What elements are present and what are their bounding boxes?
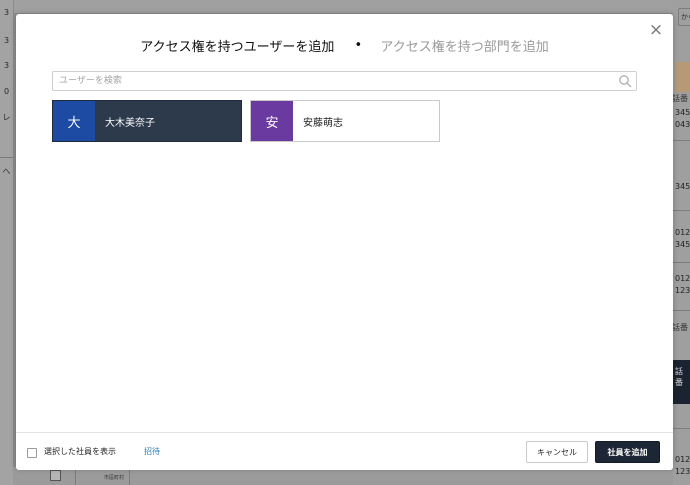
avatar: 大 xyxy=(53,101,95,141)
tab-separator: • xyxy=(354,38,363,53)
background-cell: 3450 xyxy=(675,240,690,249)
add-access-modal: × アクセス権を持つユーザーを追加 • アクセス権を持つ部門を追加 大 大木美奈… xyxy=(16,14,673,470)
show-selected-checkbox[interactable] xyxy=(27,448,37,458)
background-left-row: 3 xyxy=(3,8,10,17)
background-add-button: から追 xyxy=(678,8,690,26)
search-input[interactable] xyxy=(53,72,619,90)
background-column-header: 話番 xyxy=(672,323,688,332)
search-box xyxy=(52,71,637,91)
background-row-divider xyxy=(672,310,690,311)
user-card[interactable]: 安 安藤萌志 xyxy=(250,100,440,142)
avatar: 安 xyxy=(251,101,293,141)
background-row-divider xyxy=(672,210,690,211)
add-employee-button[interactable]: 社員を追加 xyxy=(595,441,660,463)
background-cell: 0123 xyxy=(675,228,690,237)
modal-tabs: アクセス権を持つユーザーを追加 • アクセス権を持つ部門を追加 xyxy=(16,36,673,55)
background-top-bar xyxy=(0,0,690,13)
user-name: 大木美奈子 xyxy=(105,117,155,129)
modal-footer: 選択した社員を表示 招待 キャンセル 社員を追加 xyxy=(16,432,673,470)
background-row-divider xyxy=(672,428,690,429)
user-name: 安藤萌志 xyxy=(303,117,343,129)
background-row-checkbox xyxy=(50,470,61,481)
background-row-divider xyxy=(672,140,690,141)
user-card[interactable]: 大 大木美奈子 xyxy=(52,100,242,142)
background-cell: 345 xyxy=(675,108,690,117)
background-cell: 0123 xyxy=(675,274,690,283)
background-left-marker: へ xyxy=(2,167,11,176)
show-selected-label[interactable]: 選択した社員を表示 xyxy=(44,446,116,457)
background-left-row: レ xyxy=(2,113,11,122)
background-left-row: 0 xyxy=(3,87,10,96)
background-left-column xyxy=(0,0,14,485)
background-cell: 0432 xyxy=(675,120,690,129)
background-cell: 1234 xyxy=(675,286,690,295)
background-row-divider xyxy=(672,262,690,263)
background-left-divider xyxy=(0,157,13,158)
background-cell: 市區町村 xyxy=(104,475,125,481)
background-column-header: 話番 xyxy=(672,94,688,103)
invite-link[interactable]: 招待 xyxy=(144,446,160,457)
background-cell: 0123 xyxy=(675,455,690,464)
background-dark-button: 話番 xyxy=(672,360,690,404)
background-left-row: 3 xyxy=(3,36,10,45)
background-left-row: 3 xyxy=(3,61,10,70)
search-icon[interactable] xyxy=(618,74,632,88)
background-cell: 1234 xyxy=(675,467,690,476)
background-notice xyxy=(676,62,690,92)
tab-add-users[interactable]: アクセス権を持つユーザーを追加 xyxy=(140,36,334,55)
cancel-button[interactable]: キャンセル xyxy=(526,441,588,463)
tab-add-departments[interactable]: アクセス権を持つ部門を追加 xyxy=(380,36,548,55)
background-cell: 345 xyxy=(675,182,690,191)
